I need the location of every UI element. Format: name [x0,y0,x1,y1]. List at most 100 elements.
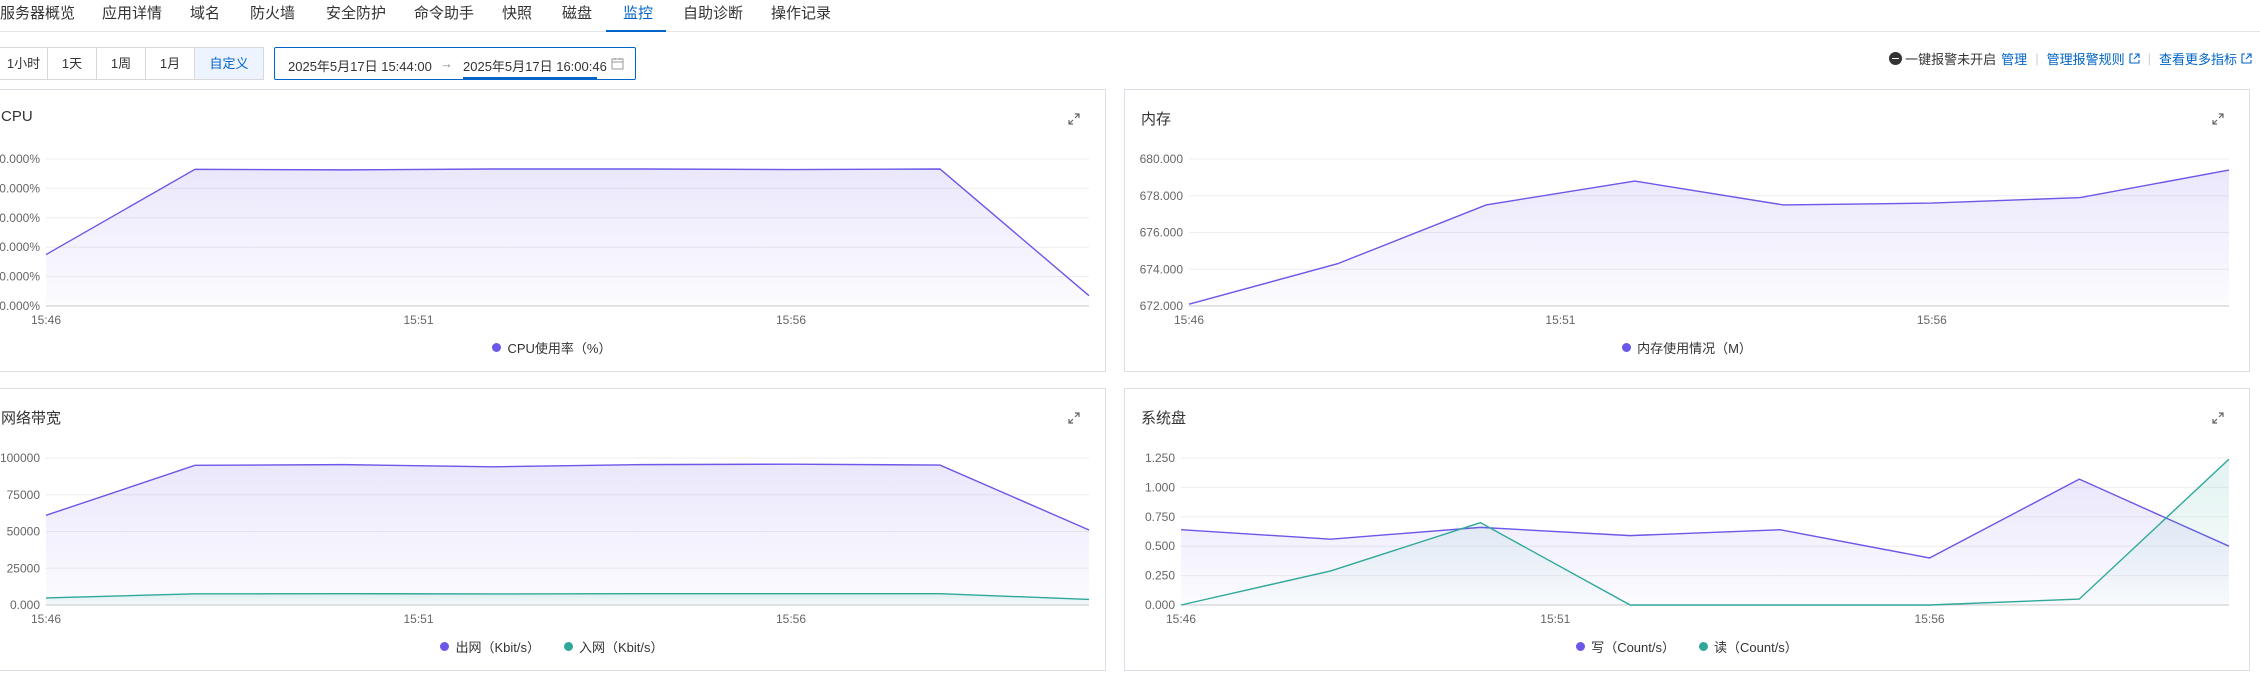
monitor-tab-bar: 服务器概览 应用详情 域名 防火墙 安全防护 命令助手 快照 磁盘 监控 自助诊… [0,0,2260,32]
x-tick-label: 15:51 [1540,612,1570,626]
tab-command-assistant[interactable]: 命令助手 [414,0,474,32]
range-1w-button[interactable]: 1周 [96,47,146,80]
y-tick-label: 75000 [7,488,41,502]
tab-self-diagnosis[interactable]: 自助诊断 [683,0,743,32]
legend-item[interactable]: 出网（Kbit/s） [440,637,540,656]
y-tick-label: 672.000 [1140,299,1184,313]
alert-status-text: 一键报警未开启 [1905,51,1997,67]
external-link-icon [2241,52,2252,64]
y-tick-label: 100000 [0,451,40,465]
series-area [46,593,1089,605]
calendar-icon[interactable] [611,57,624,70]
legend-label: 写（Count/s） [1591,640,1675,655]
series-area [1189,170,2229,306]
network-chart-panel: 网络带宽 100000 75000 50000 25000 0.000 15:46 15:5… [0,388,1106,671]
legend-dot [1576,642,1586,651]
series-area [46,168,1089,306]
y-tick-label: 676.000 [1140,226,1184,240]
expand-icon[interactable] [2211,112,2225,126]
legend-label: 内存使用情况（M） [1637,341,1752,356]
x-tick-label: 15:46 [1174,313,1204,327]
tab-security[interactable]: 安全防护 [326,0,386,32]
tab-disk[interactable]: 磁盘 [562,0,592,32]
view-more-metrics-link[interactable]: 查看更多指标 [2159,49,2237,68]
legend-dot [440,642,450,651]
disk-chart-panel: 系统盘 1.250 1.000 0.750 0.500 0.250 0.000 15:46 1… [1124,388,2250,671]
legend-item[interactable]: 写（Count/s） [1576,637,1675,656]
manage-alert-rules-link[interactable]: 管理报警规则 [2047,49,2125,68]
legend-dot [564,642,573,651]
expand-icon[interactable] [1067,411,1081,425]
tab-domain[interactable]: 域名 [190,0,220,32]
disk-chart-svg: 1.250 1.000 0.750 0.500 0.250 0.00015:46 15:51… [1145,451,2230,626]
chart-legend: CPU使用率（%） [0,338,1105,357]
x-tick-label: 15:46 [1166,612,1196,626]
tab-snapshot[interactable]: 快照 [502,0,532,32]
x-tick-label: 15:51 [1545,313,1575,327]
cpu-chart-panel: CPU 100.000%90.000%80.000%70.000%60.000%… [0,89,1106,372]
range-arrow: → [440,56,453,71]
y-tick-label: 680.000 [1140,152,1184,166]
legend-item[interactable]: 内存使用情况（M） [1622,338,1752,357]
legend-item[interactable]: CPU使用率（%） [492,338,612,357]
x-tick-label: 15:56 [776,313,806,327]
y-tick-label: 50000 [7,525,41,539]
tab-monitor[interactable]: 监控 [623,0,653,32]
x-tick-label: 15:51 [403,612,433,626]
date-range-picker[interactable]: 2025年5月17日 15:44:00 → 2025年5月17日 16:00:4… [274,47,636,80]
legend-label: 入网（Kbit/s） [579,640,664,655]
y-tick-label: 678.000 [1140,189,1184,203]
chart-legend: 出网（Kbit/s） 入网（Kbit/s） [0,637,1105,656]
legend-dot [1699,642,1708,651]
active-tab-indicator [606,30,666,32]
tab-operation-log[interactable]: 操作记录 [771,0,831,32]
cpu-chart-svg: 100.000% 90.000% 80.000% 70.000% 60.000% 50.0… [0,152,1090,327]
range-1d-button[interactable]: 1天 [47,47,97,80]
tab-server-overview[interactable]: 服务器概览 [0,0,75,32]
y-tick-label: 60.000% [0,270,40,284]
expand-icon[interactable] [1067,112,1081,126]
y-tick-label: 0.500 [1145,539,1175,553]
legend-label: CPU使用率（%） [507,341,612,356]
y-tick-label: 0.250 [1145,569,1175,583]
y-tick-label: 674.000 [1140,262,1184,276]
end-date-active-indicator [463,77,597,79]
alert-toolbar: 一键报警未开启 管理 | 管理报警规则 | 查看更多指标 [1889,48,2252,68]
x-tick-label: 15:56 [1917,313,1947,327]
range-custom-button[interactable]: 自定义 [194,47,264,80]
legend-dot [1622,343,1632,352]
legend-item[interactable]: 读（Count/s） [1699,637,1798,656]
memory-chart-panel: 内存 680.000 678.000 676.000 674.000 672.000 15… [1124,89,2250,372]
alert-manage-link[interactable]: 管理 [2001,49,2027,68]
y-tick-label: 100.000% [0,152,40,166]
legend-dot [492,343,502,352]
tab-firewall[interactable]: 防火墙 [250,0,295,32]
legend-item[interactable]: 入网（Kbit/s） [564,637,664,656]
legend-label: 读（Count/s） [1714,640,1798,655]
legend-label: 出网（Kbit/s） [455,640,540,655]
x-tick-label: 15:51 [403,313,433,327]
separator: | [2147,50,2151,66]
x-tick-label: 15:56 [1915,612,1945,626]
y-tick-label: 50.000% [0,299,40,313]
y-tick-label: 70.000% [0,240,40,254]
tab-app-details[interactable]: 应用详情 [102,0,162,32]
y-tick-label: 0.000 [1145,598,1175,612]
range-1h-button[interactable]: 1小时 [0,47,48,80]
memory-chart-svg: 680.000 678.000 676.000 674.000 672.00015:46… [1140,152,2230,327]
chart-legend: 内存使用情况（M） [1125,338,2249,357]
y-tick-label: 0.000 [10,598,40,612]
end-date-input[interactable]: 2025年5月17日 16:00:46 [463,56,607,75]
chart-legend: 写（Count/s） 读（Count/s） [1125,637,2249,656]
start-date-input[interactable]: 2025年5月17日 15:44:00 [288,56,432,75]
expand-icon[interactable] [2211,411,2225,425]
x-tick-label: 15:46 [31,612,61,626]
external-link-icon [2129,52,2140,64]
y-tick-label: 90.000% [0,181,40,195]
y-tick-label: 1.250 [1145,451,1175,465]
y-tick-label: 0.750 [1145,510,1175,524]
x-tick-label: 15:56 [776,612,806,626]
range-1m-button[interactable]: 1月 [145,47,195,80]
y-tick-label: 1.000 [1145,480,1175,494]
x-tick-label: 15:46 [31,313,61,327]
